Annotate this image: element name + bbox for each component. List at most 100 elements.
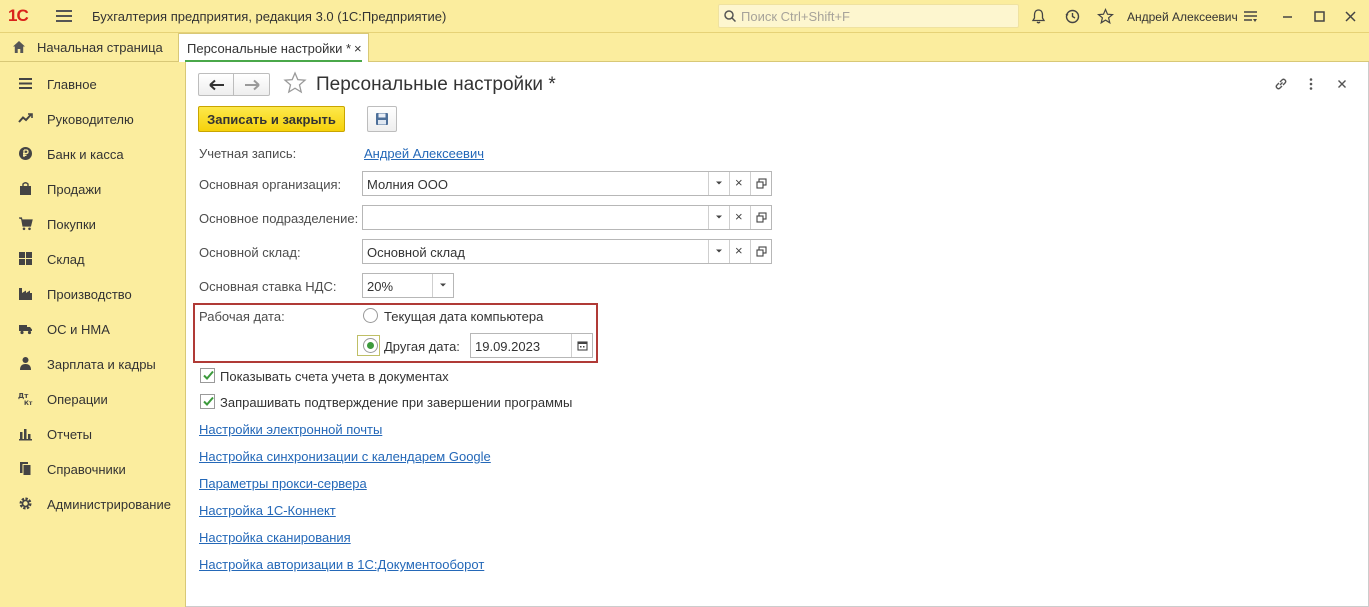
radio-current-date[interactable] <box>363 308 378 323</box>
department-open-button[interactable] <box>750 206 771 229</box>
sidebar-item-label: Склад <box>47 252 85 267</box>
link-1c-connect[interactable]: Настройка 1С-Коннект <box>199 503 336 518</box>
search-box[interactable] <box>718 4 1019 28</box>
checkmark-icon <box>203 370 214 380</box>
arrow-right-icon <box>245 79 260 91</box>
warehouse-dropdown-button[interactable] <box>708 240 729 263</box>
add-to-favorites-star-icon[interactable] <box>283 71 307 95</box>
calendar-button[interactable] <box>571 334 592 357</box>
settings-menu-icon[interactable] <box>1242 8 1259 25</box>
confirm-exit-label[interactable]: Запрашивать подтверждение при завершении… <box>220 395 572 410</box>
clear-icon: × <box>735 243 743 258</box>
link-docflow-auth[interactable]: Настройка авторизации в 1С:Документообор… <box>199 557 484 572</box>
radio-other-date-label[interactable]: Другая дата: <box>384 339 460 354</box>
vat-rate-value: 20% <box>367 279 394 294</box>
minimize-icon[interactable] <box>1279 8 1296 25</box>
save-button[interactable] <box>367 106 397 132</box>
department-label: Основное подразделение: <box>199 211 359 226</box>
save-and-close-button[interactable]: Записать и закрыть <box>198 106 345 132</box>
sidebar-item-sales[interactable]: Продажи <box>0 170 186 205</box>
account-link[interactable]: Андрей Алексеевич <box>364 146 484 161</box>
person-icon <box>20 357 31 370</box>
sidebar-item-main[interactable]: Главное <box>0 65 186 100</box>
tab-home[interactable]: Начальная страница <box>0 33 175 62</box>
shopping-bag-icon <box>20 182 31 195</box>
user-name[interactable]: Андрей Алексеевич <box>1127 10 1238 24</box>
open-window-icon <box>756 212 767 223</box>
maximize-icon[interactable] <box>1311 8 1328 25</box>
open-window-icon <box>756 178 767 189</box>
factory-icon <box>19 288 32 300</box>
sidebar-item-warehouse[interactable]: Склад <box>0 240 186 275</box>
close-form-icon[interactable] <box>1334 76 1350 92</box>
tab-home-label: Начальная страница <box>37 40 163 55</box>
warehouse-field[interactable]: Основной склад × <box>362 239 772 264</box>
form-title: Персональные настройки * <box>316 74 556 95</box>
sidebar-item-administration[interactable]: Администрирование <box>0 485 186 520</box>
bell-icon[interactable] <box>1030 8 1047 25</box>
sidebar-item-purchases[interactable]: Покупки <box>0 205 186 240</box>
vat-rate-select[interactable]: 20% <box>362 273 454 298</box>
organization-clear-button[interactable]: × <box>729 172 750 195</box>
tabs-bar: Начальная страница Персональные настройк… <box>0 33 1369 63</box>
link-icon[interactable] <box>1273 76 1289 92</box>
show-accounts-label[interactable]: Показывать счета учета в документах <box>220 369 449 384</box>
history-icon[interactable] <box>1064 8 1081 25</box>
confirm-exit-checkbox[interactable] <box>200 394 215 409</box>
search-input[interactable] <box>741 8 1011 24</box>
favorites-star-icon[interactable] <box>1097 8 1114 25</box>
forward-button[interactable] <box>234 73 270 96</box>
ruble-coin-icon <box>19 147 32 160</box>
sidebar-item-label: ОС и НМА <box>47 322 110 337</box>
floppy-disk-icon <box>376 113 388 125</box>
sidebar-item-operations[interactable]: Дт Кт Операции <box>0 380 186 415</box>
other-date-field[interactable]: 19.09.2023 <box>470 333 593 358</box>
sidebar-item-production[interactable]: Производство <box>0 275 186 310</box>
chevron-down-icon <box>716 181 722 185</box>
menu-list-icon <box>19 78 32 89</box>
main-menu-icon[interactable] <box>56 10 72 23</box>
trend-icon <box>18 113 33 123</box>
tab-personal-settings[interactable]: Персональные настройки * × <box>178 33 369 63</box>
warehouse-clear-button[interactable]: × <box>729 240 750 263</box>
clear-icon: × <box>735 209 743 224</box>
sidebar-item-manager[interactable]: Руководителю <box>0 100 186 135</box>
warehouse-icon <box>19 252 32 265</box>
organization-field[interactable]: Молния ООО × <box>362 171 772 196</box>
home-icon <box>13 41 25 53</box>
sidebar-item-catalogs[interactable]: Справочники <box>0 450 186 485</box>
app-title: Бухгалтерия предприятия, редакция 3.0 (1… <box>92 9 447 24</box>
sidebar-item-fixed-assets[interactable]: ОС и НМА <box>0 310 186 345</box>
organization-dropdown-button[interactable] <box>708 172 729 195</box>
tab-personal-settings-label: Персональные настройки * <box>187 41 352 56</box>
link-scanning-settings[interactable]: Настройка сканирования <box>199 530 351 545</box>
organization-open-button[interactable] <box>750 172 771 195</box>
department-clear-button[interactable]: × <box>729 206 750 229</box>
link-email-settings[interactable]: Настройки электронной почты <box>199 422 382 437</box>
svg-text:Дт: Дт <box>18 392 29 400</box>
svg-text:Кт: Кт <box>24 400 33 406</box>
sidebar-item-label: Покупки <box>47 217 96 232</box>
close-window-icon[interactable] <box>1342 8 1359 25</box>
show-accounts-checkbox[interactable] <box>200 368 215 383</box>
close-tab-icon[interactable]: × <box>354 41 362 56</box>
organization-value: Молния ООО <box>367 177 448 192</box>
sidebar-item-label: Зарплата и кадры <box>47 357 156 372</box>
link-google-calendar-sync[interactable]: Настройка синхронизации с календарем Goo… <box>199 449 491 464</box>
vat-rate-dropdown-button[interactable] <box>432 274 453 297</box>
app-logo: 1С <box>8 6 29 25</box>
more-actions-icon[interactable] <box>1303 76 1319 92</box>
warehouse-open-button[interactable] <box>750 240 771 263</box>
radio-other-date[interactable] <box>363 338 378 353</box>
link-proxy-settings[interactable]: Параметры прокси-сервера <box>199 476 367 491</box>
sidebar-item-bank[interactable]: Банк и касса <box>0 135 186 170</box>
department-field[interactable]: × <box>362 205 772 230</box>
back-button[interactable] <box>198 73 234 96</box>
department-dropdown-button[interactable] <box>708 206 729 229</box>
truck-icon <box>19 325 32 335</box>
bar-chart-icon <box>19 429 32 441</box>
sidebar-item-label: Операции <box>47 392 108 407</box>
sidebar-item-reports[interactable]: Отчеты <box>0 415 186 450</box>
radio-current-date-label[interactable]: Текущая дата компьютера <box>384 309 543 324</box>
sidebar-item-salary[interactable]: Зарплата и кадры <box>0 345 186 380</box>
